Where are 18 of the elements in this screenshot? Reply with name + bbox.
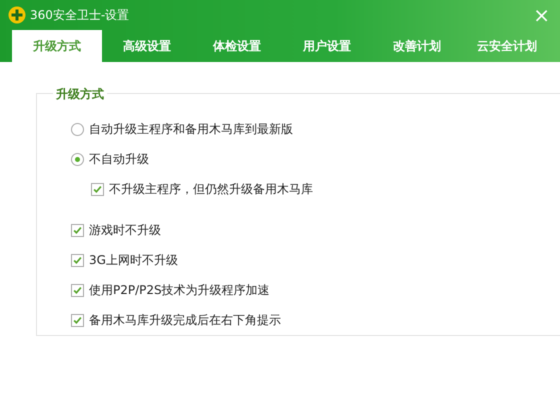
checkbox[interactable] bbox=[71, 224, 84, 236]
option-label[interactable]: 使用P2P/P2S技术为升级程序加速 bbox=[89, 281, 270, 299]
group-title: 升级方式 bbox=[53, 85, 107, 103]
option-label[interactable]: 3G上网时不升级 bbox=[89, 251, 178, 269]
option-label[interactable]: 备用木马库升级完成后在右下角提示 bbox=[89, 311, 281, 329]
radio-button[interactable] bbox=[71, 152, 84, 166]
window-title: 360安全卫士-设置 bbox=[30, 7, 130, 24]
checkbox[interactable] bbox=[71, 254, 84, 266]
option-label[interactable]: 自动升级主程序和备用木马库到最新版 bbox=[89, 120, 293, 138]
option-label[interactable]: 游戏时不升级 bbox=[89, 221, 161, 239]
checkbox[interactable] bbox=[91, 182, 104, 196]
option-label[interactable]: 不自动升级 bbox=[89, 150, 149, 168]
radio-button[interactable] bbox=[71, 122, 84, 136]
app-logo-icon bbox=[8, 6, 26, 24]
checkbox[interactable] bbox=[71, 284, 84, 296]
tab[interactable]: 升级方式 bbox=[12, 30, 102, 62]
option-label[interactable]: 不升级主程序，但仍然升级备用木马库 bbox=[109, 180, 313, 198]
checkbox[interactable] bbox=[71, 314, 84, 326]
